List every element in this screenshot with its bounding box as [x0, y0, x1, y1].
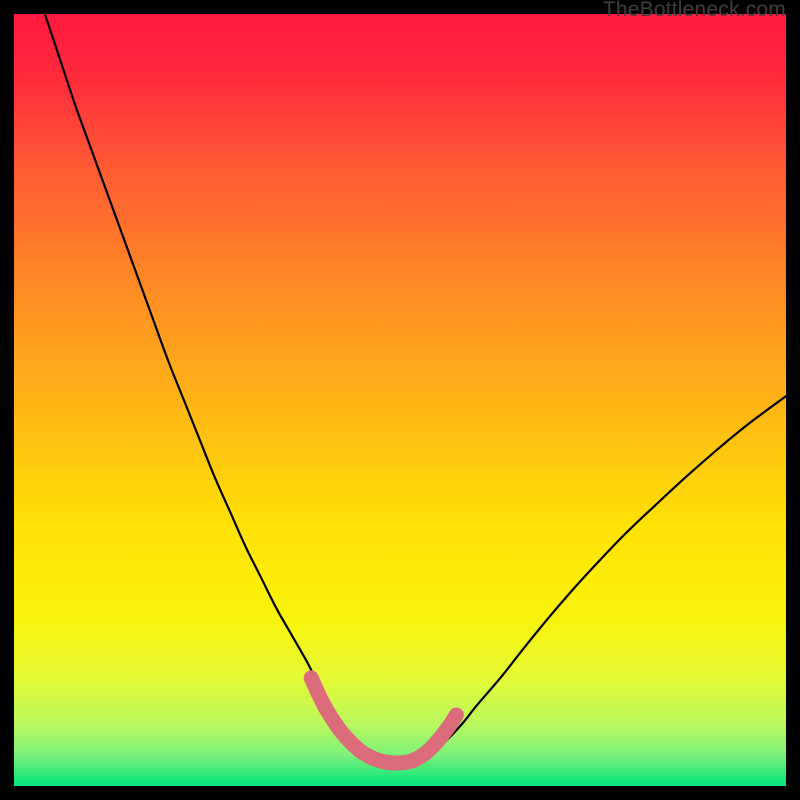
gradient-background [14, 14, 786, 786]
bottleneck-chart [14, 14, 786, 786]
chart-frame [14, 14, 786, 786]
attribution-text: TheBottleneck.com [603, 0, 786, 22]
